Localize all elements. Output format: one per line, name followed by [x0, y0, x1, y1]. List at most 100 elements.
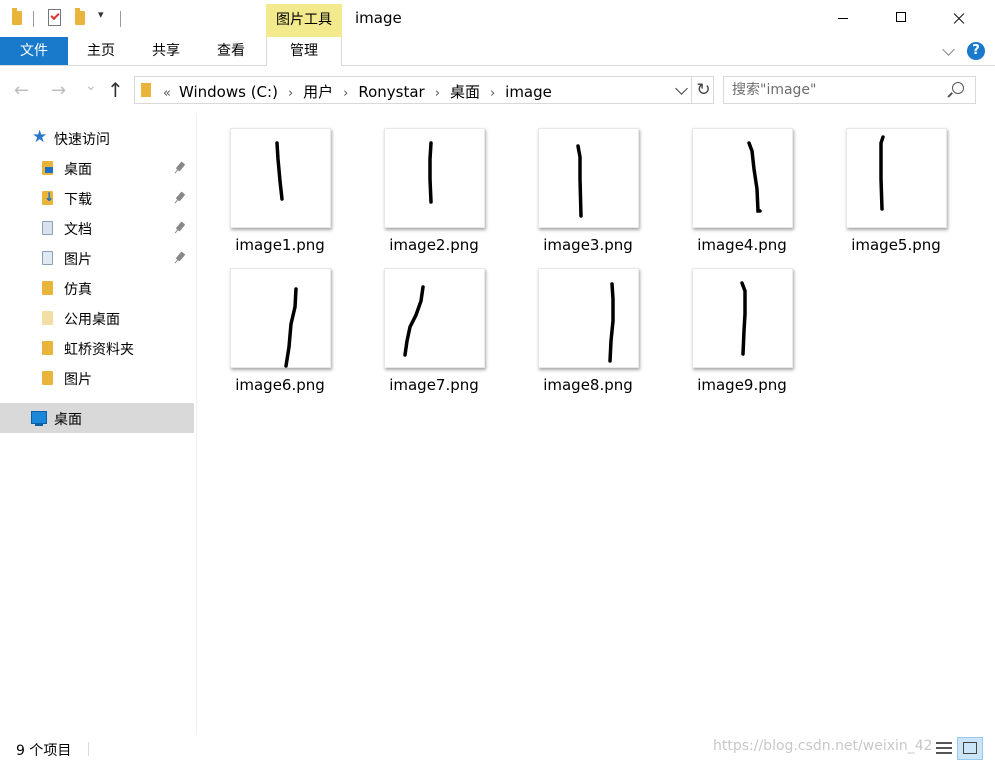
pin-icon[interactable] — [175, 221, 186, 232]
file-item[interactable]: image2.png — [379, 128, 489, 263]
breadcrumb: « Windows (C:) › 用户 › Ronystar › 桌面 › image — [163, 81, 552, 102]
star-icon: ★ — [32, 127, 48, 147]
item-count: 9 个项目 — [16, 743, 72, 759]
ribbon-tabs: 文件 主页 共享 查看 管理 ? — [0, 37, 995, 66]
file-item[interactable]: image3.png — [533, 128, 643, 263]
sidebar-item-desktop[interactable]: 桌面 — [0, 153, 194, 183]
details-view-button[interactable] — [936, 741, 952, 755]
sidebar-item-simulation[interactable]: 仿真 — [0, 273, 194, 303]
file-name: image3.png — [543, 236, 633, 254]
watermark-text: https://blog.csdn.net/weixin_42 — [713, 738, 933, 754]
sidebar-item-downloads[interactable]: 下载 — [0, 183, 194, 213]
image-thumbnail[interactable] — [230, 128, 331, 228]
pin-icon[interactable] — [175, 251, 186, 262]
image-thumbnail[interactable] — [384, 268, 485, 368]
folder-icon[interactable] — [12, 8, 22, 25]
close-button[interactable] — [930, 0, 988, 37]
breadcrumb-overflow[interactable]: « — [163, 86, 171, 101]
back-button[interactable]: ← — [14, 80, 29, 101]
sidebar-item-label: 图片 — [64, 252, 92, 268]
file-name: image4.png — [697, 236, 787, 254]
breadcrumb-separator[interactable]: › — [343, 86, 348, 101]
image-thumbnail[interactable] — [384, 128, 485, 228]
folder-icon — [42, 341, 53, 355]
vertical-stroke-icon — [608, 282, 615, 363]
folder-icon — [141, 83, 151, 97]
file-item[interactable]: image8.png — [533, 268, 643, 403]
status-divider — [88, 742, 89, 756]
tab-share[interactable]: 共享 — [143, 37, 189, 65]
forward-button[interactable]: → — [51, 80, 66, 101]
title-bar: ▾ 图片工具 image — [0, 0, 995, 37]
vertical-stroke-icon — [576, 144, 583, 218]
chevron-down-icon[interactable] — [675, 82, 688, 95]
search-box[interactable] — [723, 76, 976, 104]
context-tab-group-label: 图片工具 — [266, 4, 342, 37]
sidebar-item-public-desktop[interactable]: 公用桌面 — [0, 303, 194, 333]
large-icons-view-button[interactable] — [957, 737, 983, 760]
sidebar-item-documents[interactable]: 文档 — [0, 213, 194, 243]
navigation-pane: ★ 快速访问 桌面 下载 文档 图片 仿真 公用桌面 — [0, 114, 196, 734]
breadcrumb-users[interactable]: 用户 — [303, 81, 333, 102]
sidebar-item-quick-access[interactable]: ★ 快速访问 — [0, 123, 194, 153]
sidebar-item-label: 虹桥资料夹 — [64, 342, 134, 358]
help-icon[interactable]: ? — [967, 42, 985, 60]
minimize-button[interactable] — [814, 0, 872, 37]
file-item[interactable]: image9.png — [687, 268, 797, 403]
tab-home[interactable]: 主页 — [78, 37, 124, 65]
up-button[interactable]: ↑ — [107, 78, 124, 102]
file-item[interactable]: image4.png — [687, 128, 797, 263]
folder-icon — [42, 281, 53, 295]
file-item[interactable]: image1.png — [225, 128, 335, 263]
file-item[interactable]: image6.png — [225, 268, 335, 403]
image-thumbnail[interactable] — [538, 268, 639, 368]
address-bar[interactable]: « Windows (C:) › 用户 › Ronystar › 桌面 › image ↻ — [134, 76, 714, 104]
status-bar: 9 个项目 https://blog.csdn.net/weixin_42 — [0, 734, 995, 765]
file-item[interactable]: image5.png — [841, 128, 951, 263]
tab-file[interactable]: 文件 — [0, 37, 68, 65]
tab-view[interactable]: 查看 — [208, 37, 254, 65]
file-name: image5.png — [851, 236, 941, 254]
new-folder-icon[interactable] — [75, 8, 85, 25]
image-thumbnail[interactable] — [230, 268, 331, 368]
breadcrumb-image[interactable]: image — [505, 83, 552, 101]
search-input[interactable] — [732, 80, 942, 100]
recent-locations-button[interactable]: ⌄ — [85, 78, 97, 94]
refresh-button[interactable]: ↻ — [691, 77, 715, 103]
pin-icon[interactable] — [175, 191, 186, 202]
breadcrumb-separator[interactable]: › — [490, 86, 495, 101]
address-row: ← → ⌄ ↑ « Windows (C:) › 用户 › Ronystar › 桌面 › ima… — [0, 66, 995, 114]
breadcrumb-separator[interactable]: › — [435, 86, 440, 101]
image-thumbnail[interactable] — [692, 268, 793, 368]
documents-folder-icon — [42, 221, 53, 235]
scroll-area[interactable] — [987, 114, 995, 734]
search-icon[interactable] — [952, 82, 964, 94]
breadcrumb-drive[interactable]: Windows (C:) — [179, 83, 278, 101]
properties-icon[interactable] — [48, 9, 61, 26]
desktop-folder-icon — [42, 161, 53, 175]
vertical-stroke-icon — [428, 141, 433, 204]
sidebar-item-label: 文档 — [64, 222, 92, 238]
breadcrumb-desktop[interactable]: 桌面 — [450, 81, 480, 102]
vertical-stroke-slight-lean-icon — [275, 141, 284, 201]
breadcrumb-user[interactable]: Ronystar — [358, 83, 424, 101]
sidebar-item-pictures[interactable]: 图片 — [0, 243, 194, 273]
sidebar-item-hongqiao-folder[interactable]: 虹桥资料夹 — [0, 333, 194, 363]
customize-dropdown-icon[interactable]: ▾ — [98, 8, 104, 21]
image-thumbnail[interactable] — [538, 128, 639, 228]
maximize-button[interactable] — [872, 0, 930, 37]
breadcrumb-separator[interactable]: › — [288, 86, 293, 101]
sidebar-item-pictures-2[interactable]: 图片 — [0, 363, 194, 393]
expand-ribbon-icon[interactable] — [942, 43, 955, 56]
sidebar-item-label: 公用桌面 — [64, 312, 120, 328]
vertical-stroke-icon — [879, 135, 885, 211]
pin-icon[interactable] — [175, 161, 186, 172]
image-thumbnail[interactable] — [846, 128, 947, 228]
sidebar-item-this-desktop[interactable]: 桌面 — [0, 403, 194, 433]
file-name: image7.png — [389, 376, 479, 394]
file-item[interactable]: image7.png — [379, 268, 489, 403]
image-thumbnail[interactable] — [692, 128, 793, 228]
sidebar-item-label: 桌面 — [64, 162, 92, 178]
vertical-stroke-icon — [740, 281, 747, 356]
tab-manage[interactable]: 管理 — [266, 37, 342, 66]
